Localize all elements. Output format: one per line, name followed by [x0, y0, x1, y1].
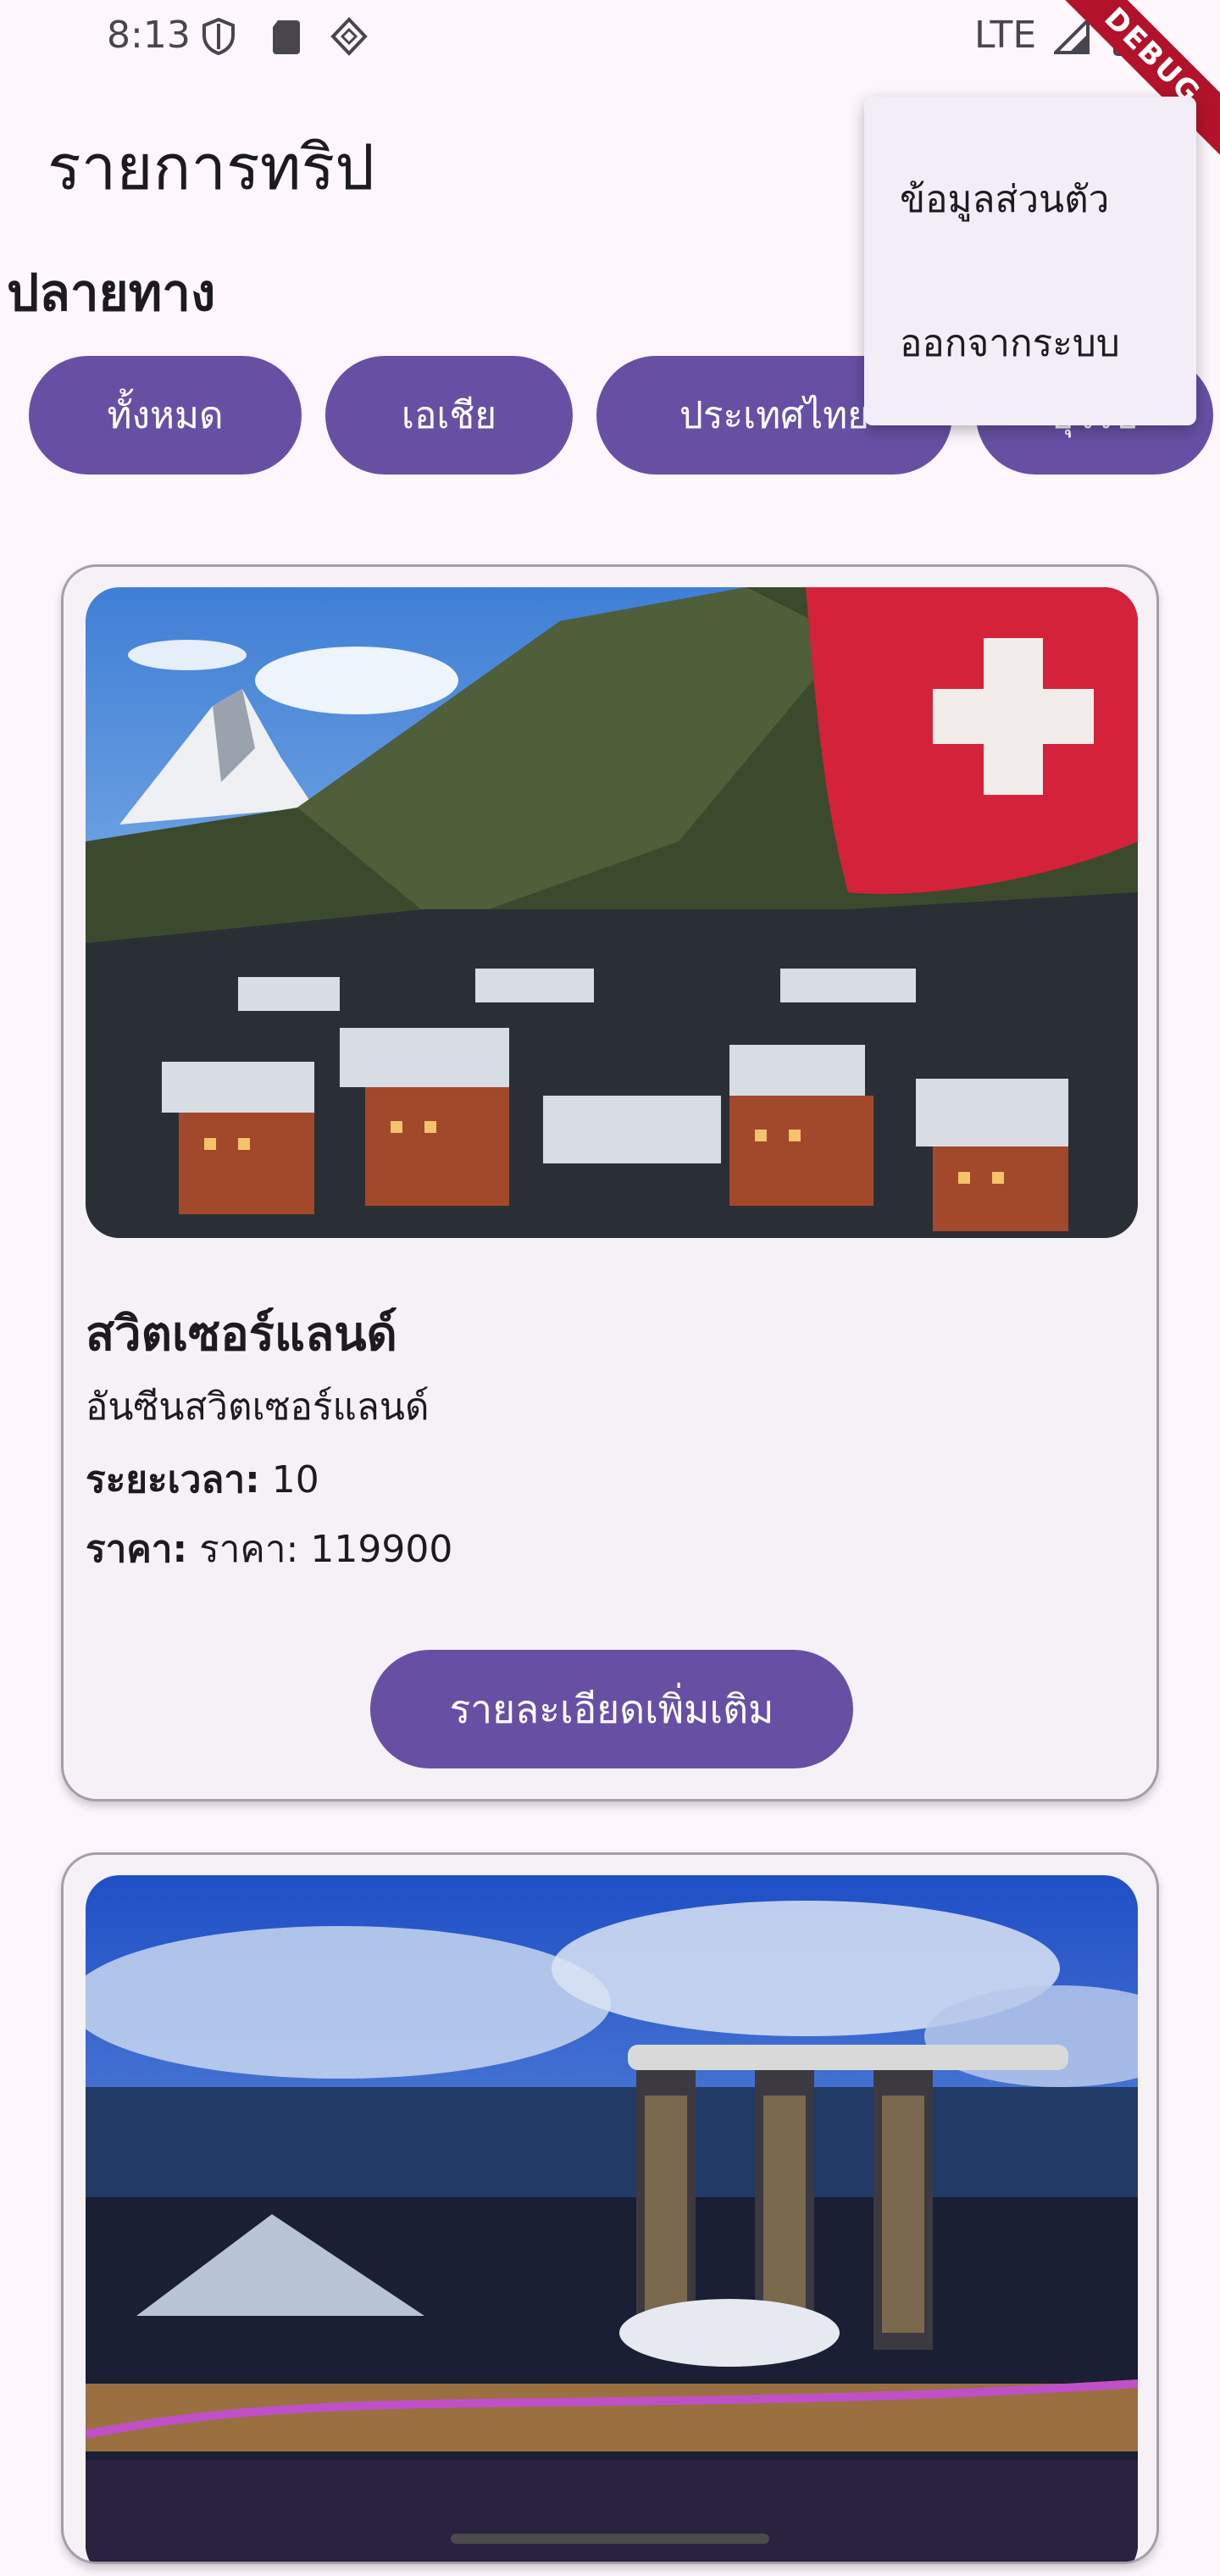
menu-item-profile[interactable]: ข้อมูลส่วนตัว — [900, 169, 1109, 229]
filter-chip-asia[interactable]: เอเชีย — [325, 356, 573, 475]
menu-item-logout[interactable]: ออกจากระบบ — [900, 314, 1120, 373]
trip-duration: ระยะเวลา: 10 — [86, 1450, 319, 1509]
overflow-menu: ข้อมูลส่วนตัว ออกจากระบบ — [864, 97, 1196, 425]
duration-value: 10 — [271, 1458, 319, 1502]
signal-icon — [1054, 17, 1090, 54]
trip-card — [61, 1852, 1159, 2564]
trip-name: สวิตเซอร์แลนด์ — [86, 1307, 397, 1362]
price-label: ราคา: — [86, 1528, 188, 1571]
trip-image-switzerland — [86, 587, 1138, 1238]
duration-label: ระยะเวลา: — [86, 1458, 260, 1502]
trip-price: ราคา: ราคา: 119900 — [86, 1519, 452, 1579]
shield-icon — [202, 17, 235, 56]
status-time: 8:13 — [107, 14, 191, 57]
more-details-button[interactable]: รายละเอียดเพิ่มเติม — [370, 1650, 853, 1768]
trip-subtitle: อันซีนสวิตเซอร์แลนด์ — [86, 1385, 430, 1429]
screen: 8:13 LTE DEBUG รายการทริป ปลายทาง ทั้งหม… — [0, 0, 1220, 2576]
sd-card-icon — [273, 20, 300, 54]
page-title: รายการทริป — [47, 131, 375, 204]
gesture-nav-handle[interactable] — [451, 2534, 769, 2544]
price-value: ราคา: 119900 — [199, 1528, 453, 1571]
trip-card: สวิตเซอร์แลนด์ อันซีนสวิตเซอร์แลนด์ ระยะ… — [61, 564, 1159, 1802]
filter-chip-all[interactable]: ทั้งหมด — [29, 356, 302, 475]
app-badge-icon — [330, 17, 368, 56]
network-type: LTE — [974, 14, 1037, 57]
trip-image-singapore — [86, 1875, 1138, 2562]
destination-heading: ปลายทาง — [7, 264, 216, 323]
status-bar: 8:13 LTE DEBUG — [0, 0, 1220, 162]
